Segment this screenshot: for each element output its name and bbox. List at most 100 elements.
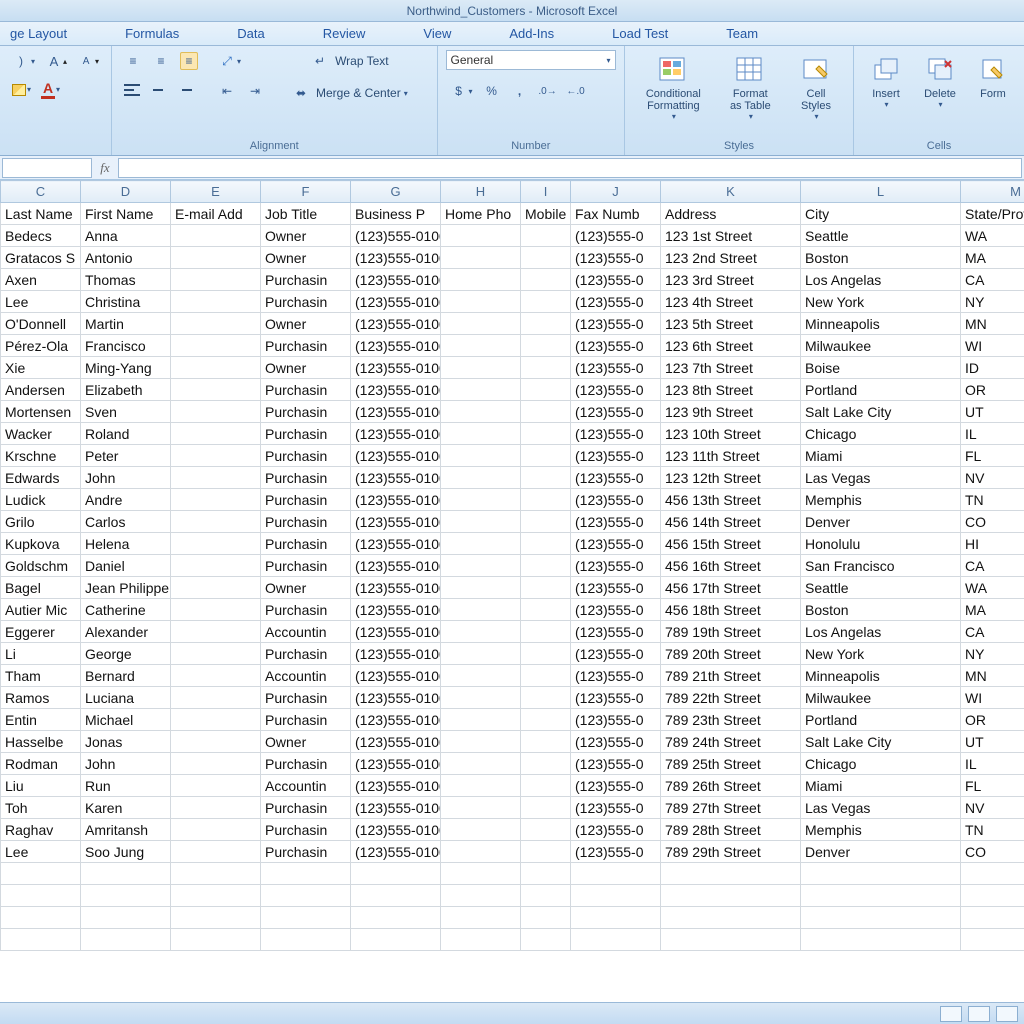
cell[interactable]: (123)555-0 [571, 841, 661, 863]
cell[interactable] [171, 643, 261, 665]
cell[interactable]: (123)555-0 [571, 775, 661, 797]
cell[interactable] [521, 225, 571, 247]
cell[interactable]: Las Vegas [801, 797, 961, 819]
column-header[interactable]: L [801, 181, 961, 203]
cell[interactable] [521, 401, 571, 423]
align-left-button[interactable] [120, 80, 144, 100]
increase-font-button[interactable]: A▴ [41, 50, 71, 72]
cell[interactable]: Salt Lake City [801, 731, 961, 753]
cell[interactable] [521, 467, 571, 489]
cell[interactable]: Memphis [801, 489, 961, 511]
cell[interactable] [1, 863, 81, 885]
cell[interactable]: Owner [261, 313, 351, 335]
cell[interactable] [171, 907, 261, 929]
cell[interactable]: Purchasin [261, 599, 351, 621]
cell[interactable] [171, 335, 261, 357]
cell[interactable]: Portland [801, 709, 961, 731]
insert-cells-button[interactable]: Insert▾ [862, 50, 910, 113]
fill-color-button[interactable]: ▾ [8, 80, 35, 100]
column-header[interactable]: D [81, 181, 171, 203]
cell[interactable] [171, 687, 261, 709]
cell[interactable]: Boston [801, 599, 961, 621]
cell[interactable]: 456 17th Street [661, 577, 801, 599]
cell[interactable]: (123)555-0 [571, 357, 661, 379]
decrease-font-button[interactable]: A▾ [73, 50, 103, 72]
cell[interactable]: John [81, 467, 171, 489]
cell[interactable] [441, 709, 521, 731]
cell[interactable]: Purchasin [261, 643, 351, 665]
cell[interactable] [521, 269, 571, 291]
cell[interactable] [441, 885, 521, 907]
cell[interactable]: Lee [1, 291, 81, 313]
table-row[interactable]: MortensenSvenPurchasin(123)555-0100(123)… [1, 401, 1024, 423]
cell[interactable]: (123)555-0 [571, 247, 661, 269]
cell[interactable]: Honolulu [801, 533, 961, 555]
cell[interactable] [441, 841, 521, 863]
cell[interactable] [171, 445, 261, 467]
cell[interactable] [171, 401, 261, 423]
cell[interactable]: Thomas [81, 269, 171, 291]
cell[interactable]: Krschne [1, 445, 81, 467]
table-row[interactable]: RaghavAmritanshPurchasin(123)555-0100(12… [1, 819, 1024, 841]
cell[interactable]: Purchasin [261, 291, 351, 313]
table-row[interactable]: BedecsAnnaOwner(123)555-0100(123)555-012… [1, 225, 1024, 247]
ribbon-tab[interactable]: Review [323, 26, 366, 41]
cell[interactable] [961, 863, 1024, 885]
cell[interactable]: Goldschm [1, 555, 81, 577]
table-row[interactable]: Autier MicCatherinePurchasin(123)555-010… [1, 599, 1024, 621]
cell[interactable]: Edwards [1, 467, 81, 489]
cell[interactable] [441, 621, 521, 643]
column-header[interactable]: G [351, 181, 441, 203]
cell[interactable]: Owner [261, 577, 351, 599]
cell[interactable] [521, 621, 571, 643]
cell[interactable]: 789 21th Street [661, 665, 801, 687]
cell[interactable]: (123)555-0 [571, 599, 661, 621]
cell[interactable]: Jean Philippe [81, 577, 171, 599]
cell[interactable] [81, 907, 171, 929]
cell[interactable]: Fax Numb [571, 203, 661, 225]
cell[interactable]: Los Angelas [801, 269, 961, 291]
column-header[interactable]: C [1, 181, 81, 203]
cell[interactable]: Amritansh [81, 819, 171, 841]
table-row[interactable] [1, 885, 1024, 907]
cell[interactable] [441, 423, 521, 445]
cell[interactable] [801, 929, 961, 951]
cell[interactable]: Martin [81, 313, 171, 335]
cell[interactable]: (123)555-0100 [351, 511, 441, 533]
cell[interactable]: State/Provin [961, 203, 1024, 225]
cell[interactable] [171, 379, 261, 401]
cell[interactable]: (123)555-0100 [351, 467, 441, 489]
cell[interactable]: (123)555-0 [571, 445, 661, 467]
cell[interactable] [351, 885, 441, 907]
cell[interactable] [571, 929, 661, 951]
cell[interactable]: Pérez-Ola [1, 335, 81, 357]
cell[interactable] [441, 863, 521, 885]
cell[interactable]: (123)555-0100 [351, 819, 441, 841]
cell[interactable]: (123)555-0100 [351, 489, 441, 511]
increase-indent-button[interactable]: ⇥ [242, 80, 268, 102]
cell[interactable]: (123)555-0 [571, 313, 661, 335]
cell[interactable]: 789 24th Street [661, 731, 801, 753]
cell[interactable]: Wacker [1, 423, 81, 445]
number-format-combo[interactable]: General ▾ [446, 50, 616, 70]
cell[interactable]: Purchasin [261, 687, 351, 709]
cell[interactable]: (123)555-0100 [351, 335, 441, 357]
cell[interactable] [441, 687, 521, 709]
cell[interactable]: (123)555-0 [571, 401, 661, 423]
align-bottom-button[interactable]: ≡ [176, 50, 202, 72]
cell[interactable] [171, 621, 261, 643]
cell[interactable]: Accountin [261, 665, 351, 687]
cell[interactable]: Run [81, 775, 171, 797]
cell[interactable] [261, 907, 351, 929]
cell[interactable] [521, 753, 571, 775]
cell[interactable]: Purchasin [261, 335, 351, 357]
view-page-break-button[interactable] [996, 1006, 1018, 1022]
cell[interactable]: 789 25th Street [661, 753, 801, 775]
cell[interactable] [171, 863, 261, 885]
table-row[interactable] [1, 929, 1024, 951]
cell[interactable]: (123)555-0100 [351, 687, 441, 709]
cell[interactable]: Li [1, 643, 81, 665]
cell[interactable]: Purchasin [261, 555, 351, 577]
cell[interactable]: Ludick [1, 489, 81, 511]
cell[interactable] [801, 863, 961, 885]
